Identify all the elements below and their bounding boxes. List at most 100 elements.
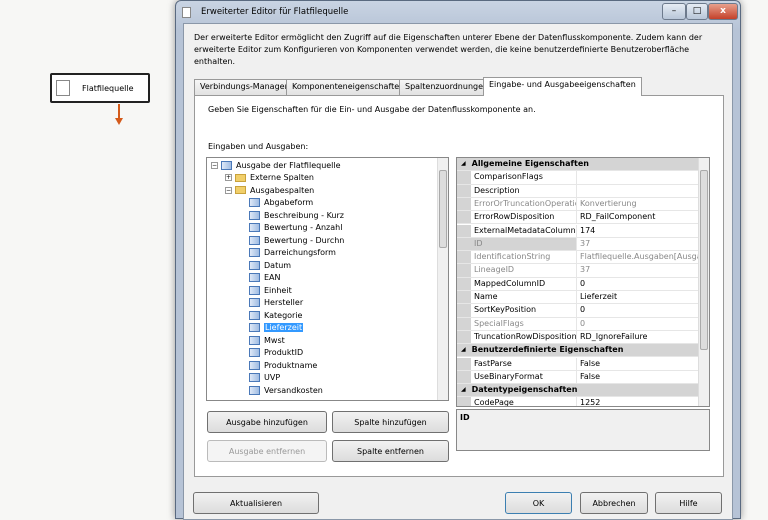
column-icon (249, 348, 260, 358)
add-output-button[interactable]: Ausgabe hinzufügen (207, 411, 327, 433)
tab-column-mappings[interactable]: Spaltenzuordnungen (399, 79, 495, 95)
tree-node-column[interactable]: Lieferzeit (249, 322, 304, 335)
remove-output-button[interactable]: Ausgabe entfernen (207, 440, 327, 462)
tree-node-column[interactable]: Hersteller (249, 297, 303, 310)
property-row[interactable]: ErrorRowDisposition RD_FailComponent (457, 211, 699, 225)
property-value[interactable] (577, 185, 699, 197)
tree-node-column[interactable]: UVP (249, 372, 280, 385)
category-label: Datentypeigenschaften (471, 385, 578, 395)
property-grid[interactable]: ◢ Allgemeine Eigenschaften ComparisonFlags… (456, 157, 710, 407)
column-icon (249, 273, 260, 283)
property-value[interactable]: 0 (577, 278, 699, 290)
property-name: FastParse (457, 357, 577, 370)
collapse-icon[interactable]: ◢ (461, 384, 466, 396)
expand-icon[interactable]: + (225, 174, 232, 182)
output-path-arrow[interactable] (115, 104, 123, 125)
property-value[interactable]: 1252 (577, 397, 699, 406)
tree-node-label: Darreichungsform (264, 248, 336, 258)
tree-node-column[interactable]: Kategorie (249, 309, 302, 322)
collapse-icon[interactable]: ◢ (461, 344, 466, 356)
tree-node-label: Hersteller (264, 298, 304, 308)
tree-node-label: Kategorie (264, 310, 303, 320)
collapse-icon[interactable]: − (225, 186, 232, 194)
tree-node-column[interactable]: EAN (249, 272, 281, 285)
tree-node-output-columns[interactable]: − Ausgabespalten (225, 184, 314, 197)
remove-column-button[interactable]: Spalte entfernen (332, 440, 449, 462)
property-row[interactable]: LineageID 37 (457, 264, 699, 278)
property-row[interactable]: Description (457, 184, 699, 198)
property-value[interactable]: False (577, 358, 699, 370)
property-row[interactable]: IdentificationString Flatfilequelle.Ausga… (457, 251, 699, 265)
property-name: ErrorRowDisposition (457, 211, 577, 224)
scroll-thumb[interactable] (439, 170, 447, 248)
property-category[interactable]: ◢ Allgemeine Eigenschaften (457, 158, 699, 172)
scroll-thumb[interactable] (700, 170, 708, 350)
tree-node-column[interactable]: Produktname (249, 359, 317, 372)
property-value[interactable] (577, 171, 699, 183)
property-row[interactable]: ID 37 (457, 237, 699, 252)
property-row[interactable]: TruncationRowDisposition RD_IgnoreFailure (457, 330, 699, 345)
tree-node-label: Lieferzeit (264, 323, 304, 333)
tree-node-column[interactable]: Abgabeform (249, 197, 313, 210)
maximize-button[interactable]: □ (686, 3, 708, 20)
tree-node-column[interactable]: Darreichungsform (249, 247, 336, 260)
help-button[interactable]: Hilfe (655, 492, 722, 514)
tab-input-output-properties[interactable]: Eingabe- und Ausgabeeigenschaften (483, 77, 642, 96)
window-title: Erweiterter Editor für Flatfilequelle (201, 7, 349, 17)
tree-node-column[interactable]: Bewertung - Durchn (249, 234, 344, 247)
output-icon (221, 160, 232, 170)
tree-node-column[interactable]: Mwst (249, 334, 285, 347)
tree-node-label: Einheit (264, 285, 292, 295)
collapse-icon[interactable]: − (211, 161, 218, 169)
tab-component-properties[interactable]: Komponenteneigenschaften (286, 79, 411, 95)
property-row[interactable]: FastParse False (457, 357, 699, 371)
column-icon (249, 223, 260, 233)
refresh-button[interactable]: Aktualisieren (193, 492, 319, 514)
ok-button[interactable]: OK (505, 492, 572, 514)
tree-node-label: Externe Spalten (250, 173, 314, 183)
property-value[interactable]: RD_FailComponent (577, 211, 699, 223)
tree-node-column[interactable]: Bewertung - Anzahl (249, 222, 342, 235)
flatfile-source-node[interactable]: Flatfilequelle (50, 73, 150, 103)
property-value[interactable]: False (577, 371, 699, 383)
grid-scrollbar[interactable] (698, 158, 709, 406)
tree-node-label: ProduktID (264, 348, 304, 358)
column-icon (249, 198, 260, 208)
property-row[interactable]: ExternalMetadataColumnID 174 (457, 224, 699, 238)
property-row[interactable]: SpecialFlags 0 (457, 317, 699, 331)
property-row[interactable]: UseBinaryFormat False (457, 370, 699, 385)
property-value[interactable]: Lieferzeit (577, 291, 699, 303)
add-column-button[interactable]: Spalte hinzufügen (332, 411, 449, 433)
property-row[interactable]: CodePage 1252 (457, 397, 699, 406)
tab-connection-manager[interactable]: Verbindungs-Manager (194, 79, 294, 95)
tree-node-column[interactable]: ProduktID (249, 347, 303, 360)
property-value[interactable]: 0 (577, 304, 699, 316)
tree-node-output[interactable]: − Ausgabe der Flatfilequelle (211, 159, 341, 172)
tree-node-column[interactable]: Einheit (249, 284, 292, 297)
tree-node-column[interactable]: Datum (249, 259, 291, 272)
property-name: CodePage (457, 397, 577, 406)
column-icon (249, 385, 260, 395)
inputs-outputs-tree[interactable]: − Ausgabe der Flatfilequelle + Externe Spa… (206, 157, 449, 401)
minimize-button[interactable]: – (662, 3, 686, 20)
tree-node-label: Ausgabespalten (250, 185, 315, 195)
property-category[interactable]: ◢ Benutzerdefinierte Eigenschaften (457, 344, 699, 358)
tree-scrollbar[interactable] (437, 158, 448, 400)
cancel-button[interactable]: Abbrechen (580, 492, 648, 514)
column-icon (249, 360, 260, 370)
property-value[interactable]: RD_IgnoreFailure (577, 331, 699, 343)
property-category[interactable]: ◢ Datentypeigenschaften (457, 384, 699, 398)
close-button[interactable]: x (708, 3, 738, 20)
collapse-icon[interactable]: ◢ (461, 158, 466, 170)
property-row[interactable]: SortKeyPosition 0 (457, 304, 699, 318)
property-row[interactable]: ComparisonFlags (457, 171, 699, 185)
column-icon (249, 335, 260, 345)
tree-node-column[interactable]: Versandkosten (249, 384, 323, 397)
property-row[interactable]: ErrorOrTruncationOperation Konvertierung (457, 197, 699, 212)
tree-node-label: Abgabeform (264, 198, 314, 208)
tree-node-column[interactable]: Beschreibung - Kurz (249, 209, 344, 222)
tree-node-external-columns[interactable]: + Externe Spalten (225, 172, 314, 185)
property-row[interactable]: Name Lieferzeit (457, 291, 699, 305)
property-value[interactable]: 174 (577, 225, 699, 237)
property-row[interactable]: MappedColumnID 0 (457, 277, 699, 291)
